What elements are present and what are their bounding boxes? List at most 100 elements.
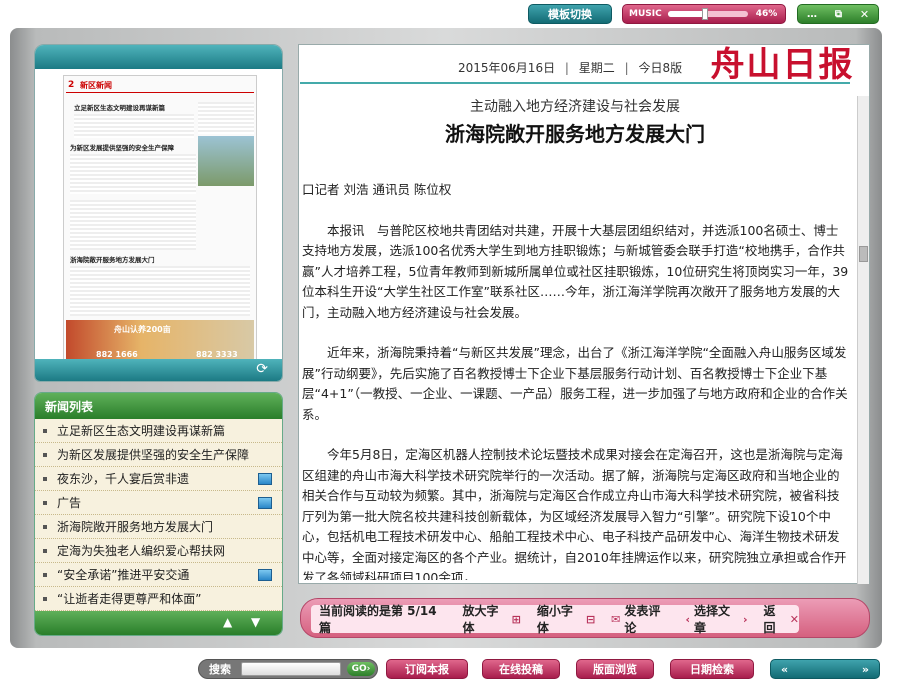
news-list-item-label: 为新区发展提供坚强的安全生产保障 — [57, 448, 250, 462]
window-controls: … ⧉ ✕ — [797, 4, 879, 24]
image-icon — [258, 497, 272, 509]
submit-label: 在线投稿 — [499, 663, 543, 676]
music-volume-knob[interactable] — [701, 8, 708, 20]
shrink-font-button[interactable]: 缩小字体 ⊟ — [537, 602, 595, 636]
go-label: GO — [351, 664, 367, 674]
prev-page-icon[interactable]: « — [781, 663, 788, 676]
browse-button[interactable]: 版面浏览 — [576, 659, 654, 679]
scroll-up-icon[interactable]: ▲ — [223, 615, 232, 629]
comment-button[interactable]: ✉ 发表评论 — [611, 602, 669, 636]
issue-edition: 今日8版 — [638, 61, 683, 75]
scroll-down-icon[interactable]: ▼ — [251, 615, 260, 629]
music-volume-slider[interactable] — [667, 8, 748, 20]
mail-icon: ✉ — [611, 612, 621, 626]
image-icon — [258, 569, 272, 581]
article-headline: 浙海院敞开服务地方发展大门 — [445, 122, 705, 146]
plus-icon: ⊞ — [511, 612, 521, 626]
music-percent: 46% — [755, 9, 778, 19]
thumbnail-headline-2: 为新区发展提供坚强的安全生产保障 — [70, 144, 174, 152]
close-icon[interactable]: ✕ — [860, 8, 869, 21]
template-switch-button[interactable]: 模板切换 — [528, 4, 612, 24]
news-list-panel: 新闻列表 立足新区生态文明建设再谋新篇为新区发展提供坚强的安全生产保障夜东沙，千… — [34, 392, 283, 636]
thumbnail-ad-title: 舟山认养200亩 — [114, 325, 171, 334]
news-list-item[interactable]: 定海为失独老人编织爱心帮扶网 — [35, 539, 282, 563]
bullet-icon — [43, 428, 47, 433]
shrink-font-label: 缩小字体 — [536, 604, 573, 635]
news-list: 立足新区生态文明建设再谋新篇为新区发展提供坚强的安全生产保障夜东沙，千人宴后赏非… — [35, 419, 282, 611]
thumbnail-headline-1: 立足新区生态文明建设再谋新篇 — [74, 104, 165, 112]
news-list-footer: ▲ ▼ — [35, 611, 282, 635]
thumbnail-section: 新区新闻 — [80, 81, 112, 90]
article-body: 口记者 刘浩 通讯员 陈位权 本报讯 与普陀区校地共青团结对共建，开展十大基层团… — [302, 180, 850, 580]
back-label: 返回 — [763, 604, 776, 635]
news-list-item[interactable]: “让逝者走得更尊严和体面” — [35, 587, 282, 611]
news-list-title: 新闻列表 — [35, 393, 282, 419]
image-icon — [258, 473, 272, 485]
thumbnail-ad-phone-right: 882 3333 — [196, 350, 238, 359]
enlarge-font-label: 放大字体 — [462, 604, 499, 635]
news-list-item-label: 广告 — [57, 496, 82, 510]
bullet-icon — [43, 596, 47, 601]
page-nav: « » — [770, 659, 880, 679]
search-label: 搜索 — [209, 663, 231, 676]
article-paragraph: 本报讯 与普陀区校地共青团结对共建，开展十大基层团组织结对，并选派100名硕士、… — [302, 222, 849, 320]
article-subtitle: 主动融入地方经济建设与社会发展 — [470, 99, 680, 115]
page-thumbnail-panel: 2 新区新闻 立足新区生态文明建设再谋新篇 为新区发展提供坚强的安全生产保障 浙… — [34, 44, 283, 382]
browse-label: 版面浏览 — [593, 663, 637, 676]
news-list-item-label: 定海为失独老人编织爱心帮扶网 — [57, 544, 226, 558]
article-scrollbar[interactable] — [857, 96, 869, 584]
submit-button[interactable]: 在线投稿 — [482, 659, 560, 679]
issue-weekday: 星期二 — [578, 61, 615, 75]
date-line: 2015年06月16日 | 星期二 | 今日8版 — [458, 61, 683, 75]
news-list-item[interactable]: 浙海院敞开服务地方发展大门 — [35, 515, 282, 539]
bullet-icon — [43, 524, 47, 529]
news-list-item[interactable]: 夜东沙，千人宴后赏非遗 — [35, 467, 282, 491]
bullet-icon — [43, 452, 47, 457]
comment-label: 发表评论 — [624, 604, 661, 635]
reading-toolbar: 当前阅读的是第 5/14 篇 放大字体 ⊞ 缩小字体 ⊟ ✉ 发表评论 ‹ 选择文章 › … — [300, 598, 870, 638]
next-page-icon[interactable]: » — [862, 663, 869, 676]
date-search-button[interactable]: 日期检索 — [670, 659, 754, 679]
search-input[interactable] — [241, 662, 341, 676]
news-list-item[interactable]: 为新区发展提供坚强的安全生产保障 — [35, 443, 282, 467]
select-article-label: 选择文章 — [694, 604, 731, 635]
bullet-icon — [43, 572, 47, 577]
newspaper-logo: 舟山日报 — [710, 44, 855, 85]
back-button[interactable]: 返回 ✕ — [764, 602, 799, 636]
minimize-icon[interactable]: … — [807, 9, 817, 20]
current-reading-text: 当前阅读的是第 5/14 篇 — [319, 604, 437, 635]
article-byline: 口记者 刘浩 通讯员 陈位权 — [302, 182, 452, 197]
music-volume-fill — [667, 11, 705, 17]
article-paragraph: 近年来，浙海院秉持着“与新区共发展”理念，出台了《浙江海洋学院“全面融入舟山服务… — [302, 345, 848, 422]
news-list-item-label: 浙海院敞开服务地方发展大门 — [57, 520, 214, 534]
news-list-item[interactable]: “安全承诺”推进平安交通 — [35, 563, 282, 587]
news-list-item[interactable]: 广告 — [35, 491, 282, 515]
subscribe-label: 订阅本报 — [405, 663, 449, 676]
news-list-item-label: 立足新区生态文明建设再谋新篇 — [57, 424, 226, 438]
thumbnail-bottombar: ⟳ — [35, 359, 282, 381]
chevron-right-icon: › — [742, 612, 748, 626]
article-paragraph: 今年5月8日，定海区机器人控制技术论坛暨技术成果对接会在定海召开，这也是浙海院与… — [302, 447, 847, 580]
subscribe-button[interactable]: 订阅本报 — [386, 659, 468, 679]
article-scrollbar-thumb[interactable] — [859, 246, 868, 262]
bullet-icon — [43, 500, 47, 505]
go-button[interactable]: GO › — [347, 662, 375, 676]
refresh-icon[interactable]: ⟳ — [256, 361, 268, 377]
music-control[interactable]: MUSIC 46% — [622, 4, 786, 24]
page-thumbnail[interactable]: 2 新区新闻 立足新区生态文明建设再谋新篇 为新区发展提供坚强的安全生产保障 浙… — [63, 75, 257, 371]
enlarge-font-button[interactable]: 放大字体 ⊞ — [462, 602, 520, 636]
bullet-icon — [43, 476, 47, 481]
reading-toolbar-inner: 当前阅读的是第 5/14 篇 放大字体 ⊞ 缩小字体 ⊟ ✉ 发表评论 ‹ 选择文章 › … — [311, 602, 799, 636]
thumbnail-topbar — [35, 45, 282, 69]
minus-icon: ⊟ — [585, 612, 596, 626]
search-bar: 搜索 GO › — [198, 659, 378, 679]
thumbnail-ad-phone-left: 882 1666 — [96, 350, 138, 359]
news-list-item[interactable]: 立足新区生态文明建设再谋新篇 — [35, 419, 282, 443]
thumbnail-page-number: 2 — [68, 80, 75, 90]
restore-icon[interactable]: ⧉ — [835, 9, 842, 20]
select-article-button[interactable]: ‹ 选择文章 › — [686, 602, 748, 636]
news-list-item-label: “安全承诺”推进平安交通 — [57, 568, 190, 582]
date-search-label: 日期检索 — [690, 663, 734, 676]
chevron-left-icon: ‹ — [685, 612, 691, 626]
close-small-icon: ✕ — [789, 612, 799, 626]
